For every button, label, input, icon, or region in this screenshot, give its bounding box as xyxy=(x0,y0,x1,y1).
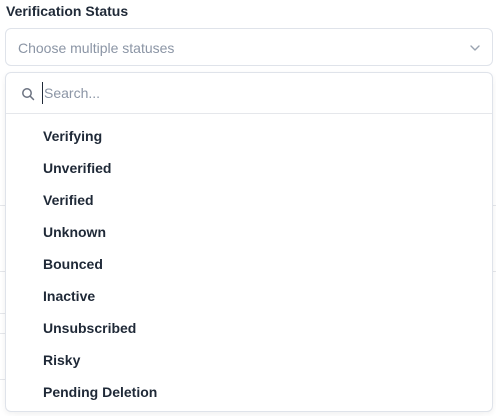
dropdown-search-row xyxy=(6,73,492,114)
option-verifying[interactable]: Verifying xyxy=(6,120,492,152)
chevron-down-icon xyxy=(470,45,480,51)
option-risky[interactable]: Risky xyxy=(6,344,492,376)
option-verified[interactable]: Verified xyxy=(6,184,492,216)
option-unverified[interactable]: Unverified xyxy=(6,152,492,184)
select-placeholder: Choose multiple statuses xyxy=(18,40,175,56)
status-dropdown: Verifying Unverified Verified Unknown Bo… xyxy=(5,72,493,412)
options-list: Verifying Unverified Verified Unknown Bo… xyxy=(6,114,492,408)
option-inactive[interactable]: Inactive xyxy=(6,280,492,312)
search-input[interactable] xyxy=(42,82,464,104)
search-icon xyxy=(22,88,35,101)
field-label: Verification Status xyxy=(6,3,129,19)
option-unknown[interactable]: Unknown xyxy=(6,216,492,248)
status-select[interactable]: Choose multiple statuses xyxy=(5,28,493,66)
option-unsubscribed[interactable]: Unsubscribed xyxy=(6,312,492,344)
option-bounced[interactable]: Bounced xyxy=(6,248,492,280)
option-pending-deletion[interactable]: Pending Deletion xyxy=(6,376,492,408)
page: Verification Status Choose multiple stat… xyxy=(0,0,496,416)
